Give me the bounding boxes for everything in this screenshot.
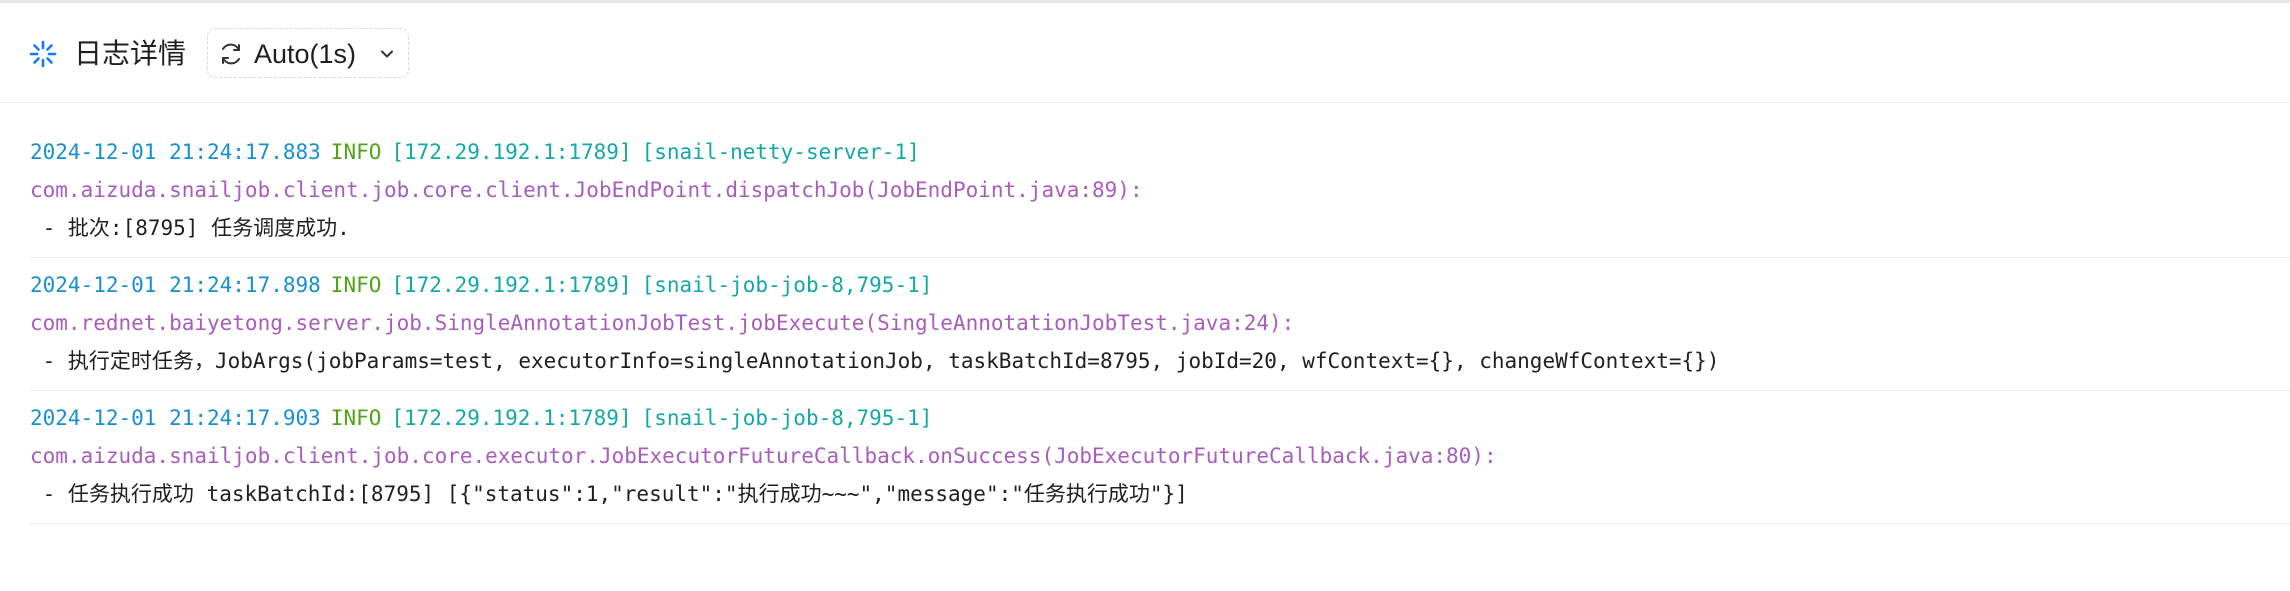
log-level: INFO xyxy=(330,273,382,297)
log-list: 2024-12-01 21:24:17.883 INFO [172.29.192.1… xyxy=(30,125,2290,524)
log-level: INFO xyxy=(330,140,382,164)
log-entry: 2024-12-01 21:24:17.898 INFO [172.29.192.1… xyxy=(30,258,2290,391)
log-header: 日志详情 Auto(1s) xyxy=(0,3,2290,103)
chevron-down-icon xyxy=(380,47,394,61)
log-thread: [snail-netty-server-1] xyxy=(641,140,920,164)
loading-spinner-icon xyxy=(28,39,58,69)
log-host: [172.29.192.1:1789] xyxy=(391,273,632,297)
log-level: INFO xyxy=(330,406,382,430)
log-timestamp: 2024-12-01 21:24:17.903 xyxy=(30,406,321,430)
log-message: - 执行定时任务，JobArgs(jobParams=test, executo… xyxy=(30,349,1720,373)
log-thread: [snail-job-job-8,795-1] xyxy=(641,273,933,297)
refresh-icon xyxy=(218,41,244,67)
page-title: 日志详情 xyxy=(74,38,187,69)
log-timestamp: 2024-12-01 21:24:17.883 xyxy=(30,140,321,164)
log-host: [172.29.192.1:1789] xyxy=(391,140,632,164)
log-message: - 批次:[8795] 任务调度成功. xyxy=(30,216,350,240)
log-thread: [snail-job-job-8,795-1] xyxy=(641,406,933,430)
log-entry: 2024-12-01 21:24:17.903 INFO [172.29.192.1… xyxy=(30,391,2290,524)
log-location: com.aizuda.snailjob.client.job.core.exec… xyxy=(30,444,1497,468)
log-timestamp: 2024-12-01 21:24:17.898 xyxy=(30,273,321,297)
log-location: com.rednet.baiyetong.server.job.SingleAn… xyxy=(30,311,1295,335)
auto-refresh-select[interactable]: Auto(1s) xyxy=(207,28,409,78)
log-message: - 任务执行成功 taskBatchId:[8795] [{"status":1… xyxy=(30,482,1188,506)
log-entry: 2024-12-01 21:24:17.883 INFO [172.29.192.1… xyxy=(30,125,2290,258)
log-location: com.aizuda.snailjob.client.job.core.clie… xyxy=(30,178,1143,202)
log-host: [172.29.192.1:1789] xyxy=(391,406,632,430)
auto-refresh-label: Auto(1s) xyxy=(254,39,357,69)
